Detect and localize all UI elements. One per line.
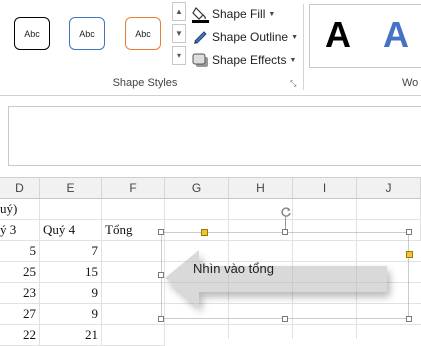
cell-e-header[interactable]: Quý 4	[40, 220, 102, 241]
column-header-j[interactable]: J	[357, 178, 421, 199]
cell-value: 7	[91, 243, 99, 258]
shape-style-swatch-orange[interactable]: Abc	[125, 17, 161, 50]
cell-value: 22	[23, 327, 36, 342]
dialog-launcher-icon[interactable]: ⤡	[290, 80, 298, 88]
resize-handle-bottom-right[interactable]	[406, 316, 412, 322]
resize-handle-bottom-left[interactable]	[158, 316, 164, 322]
swatch-label: Abc	[24, 28, 40, 39]
wordart-group-label: Wo	[402, 77, 419, 89]
table-cell[interactable]: 23	[0, 283, 40, 304]
shape-style-swatch-blue[interactable]: Abc	[69, 17, 105, 50]
table-cell[interactable]	[102, 262, 165, 283]
grid-line	[164, 324, 421, 325]
cell-value: 27	[23, 306, 36, 321]
paint-bucket-icon	[192, 6, 209, 23]
cell-value: 9	[91, 306, 99, 321]
wordart-style-blue[interactable]: A	[376, 6, 416, 64]
gallery-more-button[interactable]: ▾	[172, 46, 186, 65]
column-header-i[interactable]: I	[293, 178, 357, 199]
shape-effects-label: Shape Effects	[212, 53, 287, 67]
cell-value: uý)	[0, 201, 18, 216]
chevron-down-icon: ▼	[289, 56, 297, 64]
table-cell[interactable]	[102, 199, 165, 220]
chevron-up-icon: ▲	[175, 7, 183, 16]
shape-effects-button[interactable]: Shape Effects ▼	[192, 50, 296, 70]
formula-input[interactable]	[8, 106, 421, 166]
cell-value: 15	[85, 264, 98, 279]
chevron-down-icon: ▼	[268, 10, 276, 18]
ribbon: Abc Abc Abc ▲ ▼ ▾ Shape Fill ▼ Shape Out…	[0, 0, 421, 95]
table-cell[interactable]: 7	[40, 241, 102, 262]
chevron-down-icon: ▼	[175, 29, 183, 38]
formula-area	[0, 95, 421, 178]
shape-styles-group-label: Shape Styles	[112, 77, 178, 89]
cell-f-header[interactable]: Tổng	[102, 220, 165, 241]
shape-style-swatch-black[interactable]: Abc	[14, 17, 50, 50]
pen-icon	[192, 29, 209, 46]
callout-text[interactable]: Nhìn vào tổng	[193, 261, 274, 276]
cell-value: Quý 4	[43, 222, 76, 237]
swatch-label: Abc	[135, 28, 151, 39]
table-cell[interactable]	[165, 199, 229, 220]
gallery-more-icon: ▾	[176, 51, 181, 60]
table-cell[interactable]	[40, 199, 102, 220]
gallery-scroll-down-button[interactable]: ▼	[172, 24, 186, 43]
column-header-f[interactable]: F	[102, 178, 165, 199]
wordart-style-black[interactable]: A	[318, 6, 358, 64]
cell-value: 23	[23, 285, 36, 300]
cell-value: Tổng	[105, 222, 133, 237]
cell-d-header[interactable]: ý 3	[0, 220, 40, 241]
adjust-handle-top[interactable]	[201, 229, 208, 236]
cell-value: 21	[85, 327, 98, 342]
table-cell[interactable]	[102, 304, 165, 325]
resize-handle-top-left[interactable]	[158, 229, 164, 235]
table-cell[interactable]	[357, 199, 421, 220]
table-cell[interactable]: 22	[0, 325, 40, 346]
table-cell[interactable]	[102, 283, 165, 304]
table-cell[interactable]: 9	[40, 304, 102, 325]
table-cell[interactable]: 27	[0, 304, 40, 325]
rotate-handle-icon[interactable]	[280, 205, 292, 217]
table-cell[interactable]: 15	[40, 262, 102, 283]
column-header-g[interactable]: G	[165, 178, 229, 199]
table-cell[interactable]: 9	[40, 283, 102, 304]
adjust-handle-right[interactable]	[406, 251, 413, 258]
resize-handle-top[interactable]	[282, 229, 288, 235]
shape-outline-button[interactable]: Shape Outline ▼	[192, 27, 298, 47]
group-divider	[303, 4, 304, 90]
column-header-h[interactable]: H	[229, 178, 293, 199]
shape-fill-button[interactable]: Shape Fill ▼	[192, 4, 275, 24]
table-cell[interactable]: 21	[40, 325, 102, 346]
resize-handle-bottom[interactable]	[282, 316, 288, 322]
table-cell[interactable]	[102, 241, 165, 262]
cell-value: ý 3	[0, 222, 17, 237]
shape-effects-icon	[192, 52, 209, 69]
swatch-label: Abc	[79, 28, 95, 39]
shape-outline-label: Shape Outline	[212, 30, 289, 44]
cell-value: 5	[29, 243, 37, 258]
table-cell[interactable]	[102, 325, 165, 346]
table-cell[interactable]: 25	[0, 262, 40, 283]
shape-fill-label: Shape Fill	[212, 7, 266, 21]
left-arrow-callout-shape[interactable]: Nhìn vào tổng	[158, 229, 413, 322]
cell-value: 25	[23, 264, 36, 279]
chevron-down-icon: ▼	[291, 33, 298, 41]
shape-styles-gallery: Abc Abc Abc ▲ ▼ ▾	[0, 0, 188, 70]
resize-handle-top-right[interactable]	[406, 229, 412, 235]
column-header-d[interactable]: D	[0, 178, 40, 199]
cell-d-title[interactable]: uý)	[0, 199, 40, 220]
table-cell[interactable]	[293, 199, 357, 220]
resize-handle-left[interactable]	[158, 272, 164, 278]
cell-value: 9	[91, 285, 99, 300]
column-header-e[interactable]: E	[40, 178, 102, 199]
table-cell[interactable]: 5	[0, 241, 40, 262]
gallery-scroll-up-button[interactable]: ▲	[172, 2, 186, 21]
